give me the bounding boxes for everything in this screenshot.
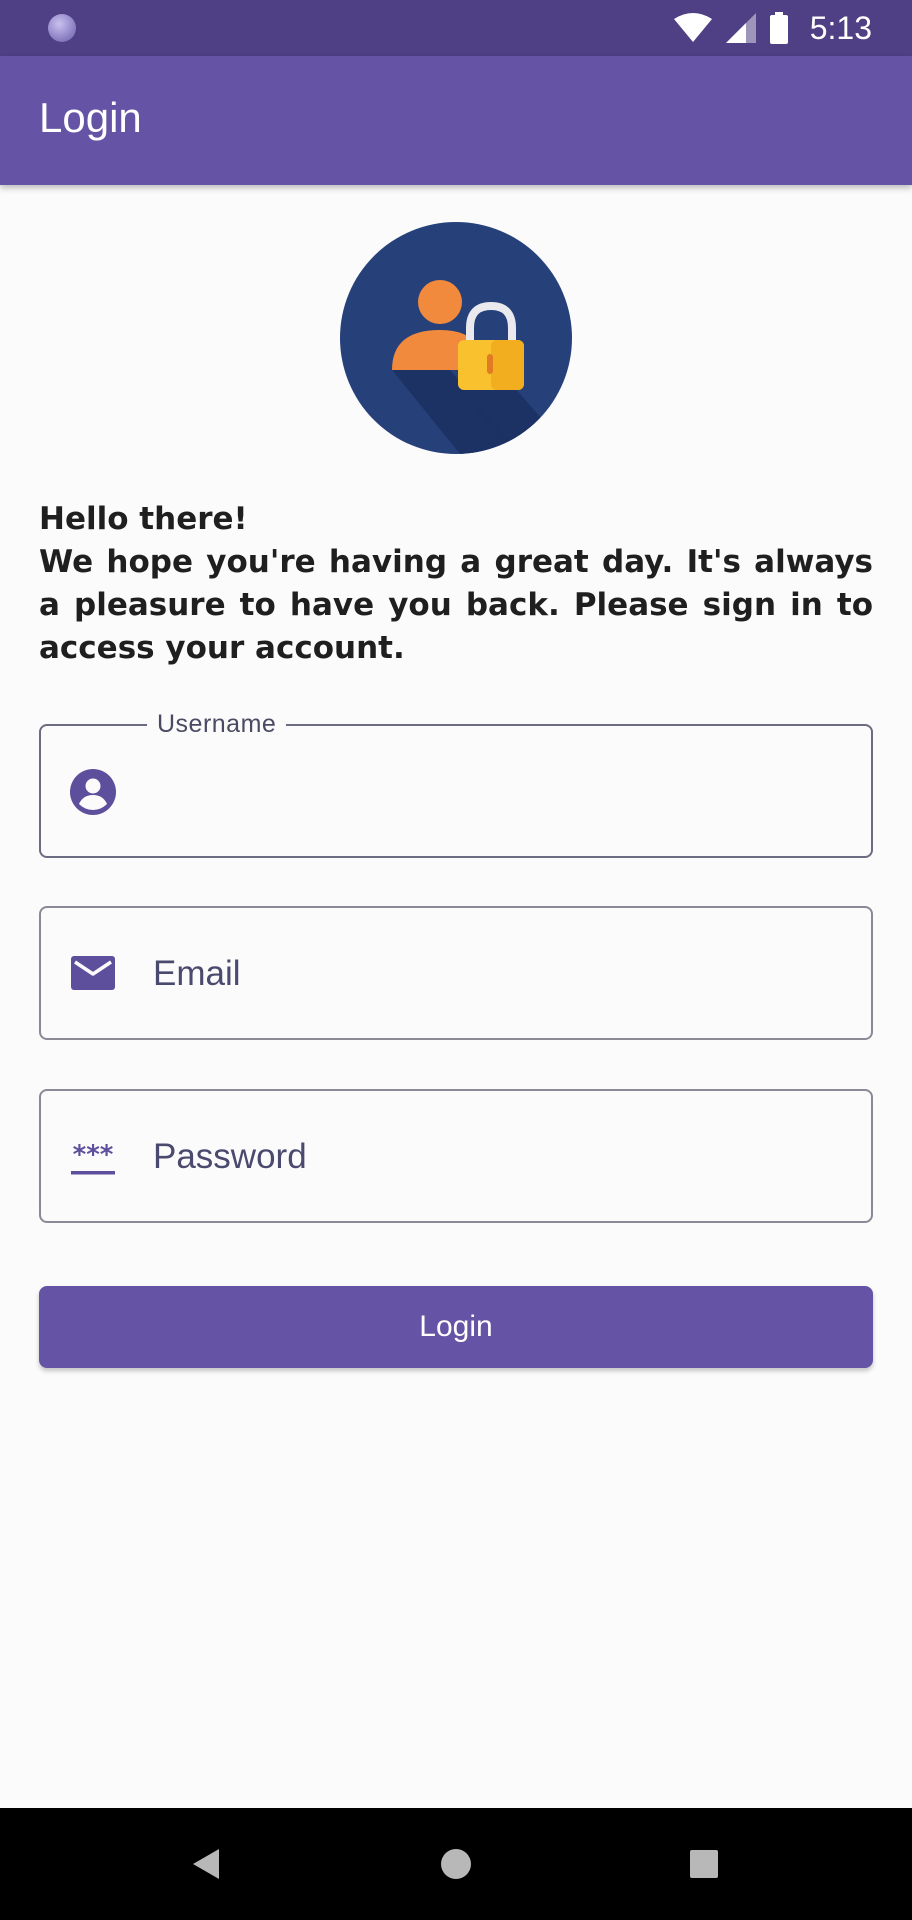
wifi-icon	[673, 13, 712, 42]
app-bar: Login	[0, 56, 912, 185]
greeting-body: We hope you're having a great day. It's …	[39, 544, 873, 666]
login-screen: 5:13 Login Hello there! We hope you're h…	[0, 0, 912, 1920]
svg-text:***: ***	[73, 1140, 114, 1170]
recents-button[interactable]	[678, 1838, 730, 1890]
email-field[interactable]	[39, 906, 873, 1040]
username-label: Username	[147, 710, 287, 739]
username-field[interactable]: Username	[39, 710, 873, 858]
login-button[interactable]: Login	[39, 1286, 873, 1368]
notification-dot-icon	[48, 14, 76, 42]
status-time: 5:13	[809, 9, 872, 46]
system-nav-bar	[0, 1808, 912, 1920]
password-field[interactable]: ***	[39, 1089, 873, 1223]
password-input[interactable]	[151, 1121, 845, 1193]
greeting-title: Hello there!	[39, 501, 248, 537]
back-button[interactable]	[180, 1838, 232, 1890]
recents-icon	[690, 1850, 718, 1878]
mail-icon	[71, 956, 115, 990]
status-bar: 5:13	[0, 0, 912, 56]
username-input[interactable]	[151, 756, 845, 828]
page-title: Login	[39, 94, 142, 141]
status-icons: 5:13	[673, 8, 872, 48]
battery-icon	[769, 12, 788, 44]
account-circle-icon	[70, 769, 116, 815]
email-input[interactable]	[151, 938, 845, 1010]
user-lock-logo-icon	[340, 222, 572, 454]
back-icon	[193, 1849, 219, 1879]
home-icon	[441, 1849, 471, 1879]
signal-icon	[725, 13, 756, 43]
home-button[interactable]	[430, 1838, 482, 1890]
greeting-text: Hello there! We hope you're having a gre…	[39, 498, 873, 670]
password-icon: ***	[71, 1140, 115, 1175]
